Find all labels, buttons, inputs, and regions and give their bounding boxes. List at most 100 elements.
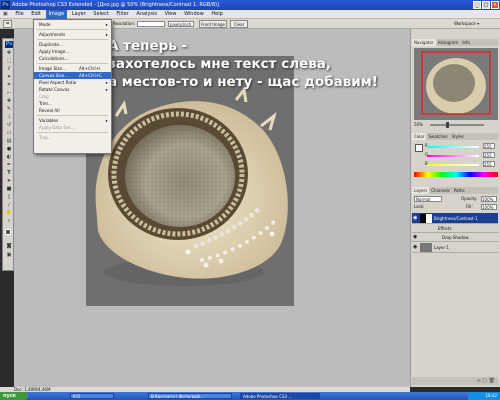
menu-image[interactable]: Image (45, 10, 68, 19)
lasso-icon[interactable]: ℓ (5, 66, 13, 73)
tab-layers[interactable]: Layers (412, 187, 430, 194)
foreground-color-swatch[interactable] (5, 229, 11, 235)
crop-tool-preset-icon[interactable]: ⌗ (3, 20, 12, 28)
menu-item-mode[interactable]: Mode ▸ (34, 21, 111, 28)
menu-item-apply-data-set[interactable]: Apply Data Set... (34, 124, 111, 131)
opacity-input[interactable]: 100% (481, 196, 497, 202)
app-menu-icon[interactable]: ▣ (0, 10, 11, 19)
navigator-zoom-slider[interactable] (430, 124, 484, 126)
menu-file[interactable]: File (12, 10, 26, 19)
minimize-button[interactable]: _ (473, 1, 481, 9)
navigator-slider-handle[interactable] (446, 122, 449, 128)
start-button[interactable]: пуск (0, 392, 28, 400)
link-layers-icon[interactable]: ∞ (477, 378, 481, 384)
dodge-icon[interactable]: ◐ (5, 154, 13, 161)
marquee-icon[interactable]: ⬚ (5, 58, 13, 65)
document-canvas[interactable] (86, 56, 294, 306)
history-brush-icon[interactable]: ↺ (5, 122, 13, 129)
gradient-icon[interactable]: ▤ (5, 138, 13, 145)
layer-row-effects[interactable]: Effects (412, 224, 498, 233)
tab-styles[interactable]: Styles (450, 133, 466, 140)
hand-icon[interactable]: ✋ (5, 210, 13, 217)
value-g[interactable]: 255 (483, 152, 495, 158)
menu-edit[interactable]: Edit (28, 10, 44, 19)
layer-row-layer-1[interactable]: ◉ Layer 1 (412, 242, 498, 253)
menu-item-adjustments[interactable]: Adjustments ▸ (34, 31, 111, 38)
menu-layer[interactable]: Layer (69, 10, 89, 19)
resolution-unit-select[interactable]: pixels/inch (168, 21, 194, 27)
menu-view[interactable]: View (162, 10, 180, 19)
crop-icon[interactable]: ⌗ (5, 82, 13, 89)
eye-icon[interactable]: ◉ (413, 233, 417, 242)
tab-info[interactable]: Info (460, 39, 472, 46)
front-image-button[interactable]: Front Image (199, 20, 227, 28)
path-select-icon[interactable]: ➤ (5, 178, 13, 185)
shape-icon[interactable]: ■ (5, 186, 13, 193)
value-r[interactable]: 255 (483, 143, 495, 149)
eyedropper2-icon[interactable]: ∕ (5, 202, 13, 209)
slider-b[interactable] (427, 164, 479, 166)
layer-row-drop-shadow[interactable]: ◉ Drop Shadow (412, 233, 498, 242)
color-ramp[interactable] (414, 172, 498, 177)
menu-item-rotate-canvas[interactable]: Rotate Canvas ▸ (34, 86, 111, 93)
menu-item-calculations[interactable]: Calculations... (34, 55, 111, 62)
tab-histogram[interactable]: Histogram (436, 39, 461, 46)
task-vkontakte[interactable]: В Контакте | Фотограф... (148, 393, 232, 399)
menu-item-trim[interactable]: Trim... (34, 100, 111, 107)
menu-select[interactable]: Select (90, 10, 111, 19)
menu-item-reveal-all[interactable]: Reveal All (34, 107, 111, 114)
eyedropper-icon[interactable]: ⌐ (5, 90, 13, 97)
menu-item-variables[interactable]: Variables ▸ (34, 117, 111, 124)
healing-icon[interactable]: ✚ (5, 98, 13, 105)
value-b[interactable]: 255 (483, 161, 495, 167)
tab-navigator[interactable]: Navigator (412, 39, 436, 46)
eraser-icon[interactable]: ▭ (5, 130, 13, 137)
screen-mode-icon[interactable]: ▣ (5, 252, 13, 259)
clear-button[interactable]: Clear (230, 20, 248, 28)
zoom-icon[interactable]: ⌕ (5, 218, 13, 225)
menu-item-image-size[interactable]: Image Size... Alt+Ctrl+I (34, 65, 111, 72)
menu-item-pixel-aspect-ratio[interactable]: Pixel Aspect Ratio ▸ (34, 79, 111, 86)
maximize-button[interactable]: □ (482, 1, 490, 9)
menu-help[interactable]: Help (208, 10, 225, 19)
color-panel-swatch[interactable] (415, 144, 423, 152)
menu-window[interactable]: Window (181, 10, 207, 19)
resolution-input[interactable] (137, 21, 165, 27)
tab-color[interactable]: Color (412, 133, 427, 140)
task-icq[interactable]: ICQ (70, 393, 114, 399)
type-icon[interactable]: T (5, 170, 13, 177)
brush-icon[interactable]: ✎ (5, 106, 13, 113)
workspace-menu[interactable]: Workspace ▾ (454, 20, 490, 28)
stamp-icon[interactable]: ⊥ (5, 114, 13, 121)
blend-mode-select[interactable]: Normal (414, 196, 442, 202)
eye-icon[interactable]: ◉ (413, 213, 417, 224)
submenu-arrow-icon: ▸ (105, 80, 108, 85)
tab-swatches[interactable]: Swatches (426, 133, 449, 140)
pen-icon[interactable]: ✒ (5, 162, 13, 169)
delete-layer-icon[interactable]: 🗑 (489, 378, 495, 384)
notes-icon[interactable]: ▯ (5, 194, 13, 201)
menu-item-duplicate[interactable]: Duplicate... (34, 41, 111, 48)
menu-analysis[interactable]: Analysis (133, 10, 160, 19)
menu-filter[interactable]: Filter (113, 10, 131, 19)
menu-item-canvas-size[interactable]: Canvas Size... Alt+Ctrl+C (34, 72, 111, 79)
tab-paths[interactable]: Paths (452, 187, 467, 194)
task-photoshop[interactable]: Adobe Photoshop CS3 ... (240, 393, 320, 399)
magic-wand-icon[interactable]: ✦ (5, 74, 13, 81)
close-button[interactable]: × (491, 1, 499, 9)
slider-g[interactable] (427, 155, 479, 157)
navigator-zoom-value[interactable]: 50% (414, 122, 423, 127)
menu-item-trap[interactable]: Trap... (34, 134, 111, 141)
eye-icon[interactable]: ◉ (413, 242, 417, 253)
fill-input[interactable]: 100% (481, 204, 497, 210)
new-layer-icon[interactable]: ▢ (482, 378, 487, 384)
navigator-preview[interactable] (414, 48, 498, 120)
tab-channels[interactable]: Channels (429, 187, 452, 194)
move-icon[interactable]: ✥ (5, 50, 13, 57)
menu-item-crop[interactable]: Crop (34, 93, 111, 100)
layer-row-brightness-contrast[interactable]: ◉ Brightness/Contrast 1 (412, 213, 498, 224)
blur-icon[interactable]: ● (5, 146, 13, 153)
slider-r[interactable] (427, 146, 479, 148)
menu-item-apply-image[interactable]: Apply Image... (34, 48, 111, 55)
quick-mask-icon[interactable]: ◙ (5, 243, 13, 250)
